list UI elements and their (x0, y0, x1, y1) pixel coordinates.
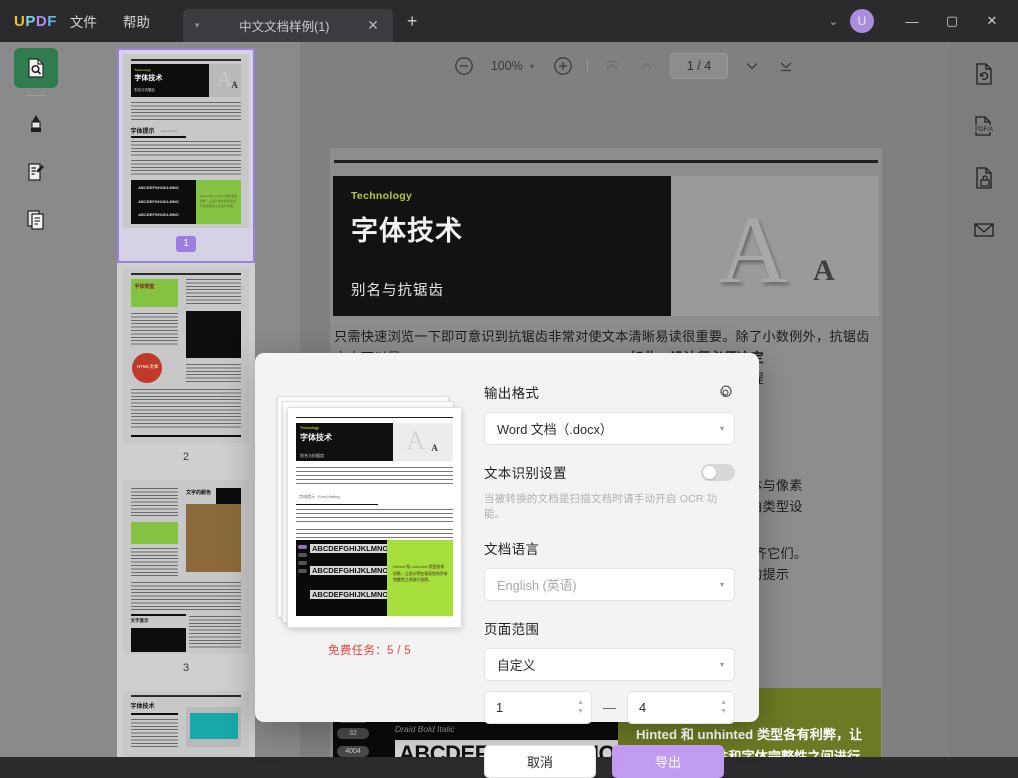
preview-swatch-0 (298, 545, 307, 549)
ocr-hint: 当被转换的文档是扫描文档时请手动开启 OCR 功能。 (484, 493, 718, 520)
menu-help[interactable]: 帮助 (110, 5, 163, 37)
page-range-to-input[interactable]: 4 ▲ ▼ (627, 691, 735, 724)
tab-title: 中文文档样例(1) (239, 20, 330, 34)
export-button[interactable]: 导出 (612, 745, 724, 778)
stepper-down-icon[interactable]: ▼ (720, 708, 727, 715)
preview-alphabet-3: ABCDEFGHIJKLMNO (310, 590, 388, 599)
main-shell: A A Technology 字体技术 别名与抗锯齿 字体提示 Font Hin… (0, 42, 1018, 778)
titlebar-right-group: ⌄ U — ▢ ✕ (817, 9, 1018, 33)
settings-button[interactable] (716, 383, 735, 402)
page-range-inputs: 1 ▲ ▼ — 4 ▲ ▼ (484, 691, 735, 724)
preview-alphabet-2: ABCDEFGHIJKLMNO (310, 566, 388, 575)
app-logo: UPDF (14, 12, 57, 30)
avatar[interactable]: U (850, 9, 874, 33)
maximize-button[interactable]: ▢ (932, 13, 972, 29)
preview-heading: 字体提示 Font Hinting (296, 493, 340, 500)
preview-page-stack: Technology 字体技术 别名与抗锯齿 A A 字体提示 Font Hin… (277, 396, 462, 628)
preview-page-content: Technology 字体技术 别名与抗锯齿 A A 字体提示 Font Hin… (296, 415, 453, 620)
preview-callout: Hinted 和 unhinted 类型各有利弊，让设计师在易读性和字体完整性之… (387, 540, 453, 616)
tab-close-icon[interactable]: ✕ (359, 17, 387, 34)
preview-heading-text: 字体提示 (299, 494, 315, 499)
close-button[interactable]: ✕ (972, 13, 1012, 29)
menu-file[interactable]: 文件 (57, 5, 110, 37)
preview-hero: Technology 字体技术 别名与抗锯齿 A A (296, 423, 453, 461)
minimize-button[interactable]: — (892, 14, 932, 29)
cancel-button[interactable]: 取消 (484, 745, 596, 778)
preview-swatch-3 (298, 569, 307, 573)
preview-swatch-2 (298, 561, 307, 565)
page-range-from-input[interactable]: 1 ▲ ▼ (484, 691, 592, 724)
stepper-down-icon[interactable]: ▼ (577, 708, 584, 715)
export-dialog: Technology 字体技术 别名与抗锯齿 A A 字体提示 Font Hin… (255, 353, 759, 778)
chevron-down-icon: ▾ (719, 424, 724, 433)
preview-hero-text: Technology 字体技术 别名与抗锯齿 (296, 423, 394, 461)
doc-language-select[interactable]: English (英语) ▾ (484, 568, 735, 601)
output-format-label: 输出格式 (484, 386, 540, 401)
modal-overlay: Technology 字体技术 别名与抗锯齿 A A 字体提示 Font Hin… (0, 42, 1018, 778)
preview-hero-image: A A (393, 423, 453, 461)
page-range-to-value: 4 (639, 700, 647, 715)
ocr-toggle[interactable] (701, 463, 735, 481)
preview-alphabet-1: ABCDEFGHIJKLMNO (310, 544, 388, 553)
preview-callout-text: Hinted 和 unhinted 类型各有利弊，让设计师在易读性和字体完整性之… (393, 564, 448, 582)
preview-heading-en: Font Hinting (318, 494, 340, 499)
page-range-separator: — (603, 700, 616, 715)
doc-language-value: English (英语) (497, 578, 577, 593)
ocr-toggle-knob (703, 465, 716, 479)
page-range-label: 页面范围 (484, 622, 540, 637)
page-range-to-stepper[interactable]: ▲ ▼ (720, 699, 727, 715)
output-format-select[interactable]: Word 文档（.docx） ▾ (484, 412, 735, 445)
output-format-header: 输出格式 (484, 382, 735, 402)
preview-subtitle: 别名与抗锯齿 (300, 453, 324, 458)
preview-specimen-row: ABCDEFGHIJKLMNO ABCDEFGHIJKLMNO ABCDEFGH… (296, 540, 453, 616)
preview-heading-rule (296, 504, 378, 506)
chevron-down-icon: ▾ (719, 660, 724, 669)
page-range-mode-select[interactable]: 自定义 ▾ (484, 648, 735, 681)
stepper-up-icon[interactable]: ▲ (720, 699, 727, 706)
tab-caret-icon[interactable]: ▾ (189, 20, 210, 31)
export-settings-pane: 输出格式 Word 文档（.docx） ▾ 文本识别设置 当被转换的文档是扫描文… (484, 353, 759, 778)
preview-letter-a-large: A (406, 426, 426, 455)
preview-specimen-image: ABCDEFGHIJKLMNO ABCDEFGHIJKLMNO ABCDEFGH… (296, 540, 388, 616)
title-bar: UPDF 文件 帮助 ▾ 中文文档样例(1) ✕ + ⌄ U — ▢ ✕ (0, 0, 1018, 42)
chevron-down-icon[interactable]: ⌄ (817, 15, 850, 28)
ocr-header: 文本识别设置 (484, 462, 735, 482)
new-tab-button[interactable]: + (397, 11, 428, 32)
page-range-mode-value: 自定义 (497, 658, 536, 673)
page-range-from-stepper[interactable]: ▲ ▼ (577, 699, 584, 715)
ocr-label: 文本识别设置 (484, 466, 567, 481)
preview-rule (296, 417, 453, 419)
preview-letter-a-small: A (431, 443, 438, 453)
preview-swatch-1 (298, 553, 307, 557)
doc-language-label: 文档语言 (484, 542, 540, 557)
free-task-counter: 免费任务：5 / 5 (328, 645, 411, 657)
chevron-down-icon: ▾ (719, 580, 724, 589)
preview-body-lines-1 (296, 467, 453, 487)
export-dialog-actions: 取消 导出 (484, 745, 735, 778)
gear-icon (720, 384, 732, 397)
preview-body-lines-2 (296, 509, 453, 525)
page-range-from-value: 1 (496, 700, 504, 715)
preview-sheet-front: Technology 字体技术 别名与抗锯齿 A A 字体提示 Font Hin… (287, 407, 462, 628)
export-preview-pane: Technology 字体技术 别名与抗锯齿 A A 字体提示 Font Hin… (255, 353, 484, 722)
stepper-up-icon[interactable]: ▲ (577, 699, 584, 706)
preview-title: 字体技术 (300, 433, 332, 442)
preview-kicker: Technology (300, 426, 319, 430)
document-tab[interactable]: ▾ 中文文档样例(1) ✕ (182, 9, 393, 42)
output-format-value: Word 文档（.docx） (497, 422, 613, 437)
